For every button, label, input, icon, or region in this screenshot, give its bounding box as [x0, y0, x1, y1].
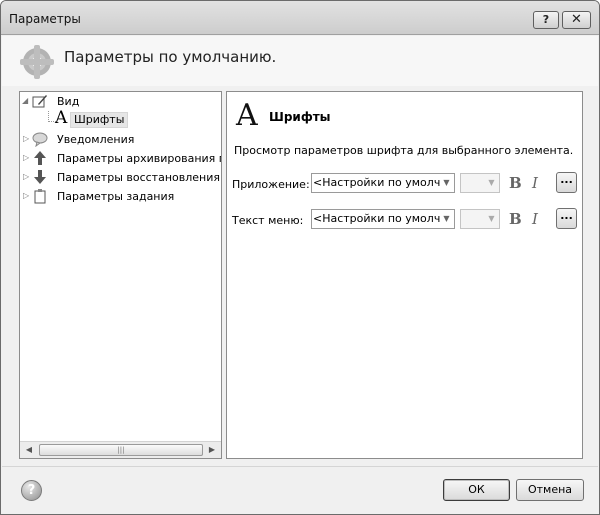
tree-item-label: Вид: [57, 95, 80, 108]
application-font-label: Приложение:: [232, 178, 310, 191]
expand-arrow-icon[interactable]: ▷: [23, 172, 31, 182]
tree-item-label: Параметры восстановления по у: [57, 171, 221, 184]
tree-item-notifications[interactable]: ▷ Уведомления: [20, 130, 220, 149]
font-a-icon: A: [55, 108, 68, 128]
backup-icon: [32, 150, 48, 166]
application-italic-button[interactable]: I: [532, 174, 538, 192]
options-dialog: Параметры ? ✕ Параметры по умолчанию. ◢ …: [0, 0, 600, 515]
application-font-dialog-button[interactable]: ...: [556, 172, 577, 193]
expand-arrow-icon[interactable]: ▷: [23, 134, 31, 144]
application-size-select[interactable]: ▼: [460, 173, 500, 193]
expand-arrow-icon[interactable]: ▷: [23, 191, 31, 201]
application-bold-button[interactable]: B: [509, 174, 522, 192]
tree-panel: ◢ Вид A Шрифты ▷ Уведомления ▷ Параметры…: [19, 91, 222, 459]
menu-text-font-select[interactable]: <Настройки по умолчанию> ▼: [311, 209, 455, 229]
tree-horizontal-scrollbar[interactable]: ◀ ||| ▶: [20, 441, 221, 458]
menu-text-size-select[interactable]: ▼: [460, 209, 500, 229]
tree-item-restore-options[interactable]: ▷ Параметры восстановления по у: [20, 168, 221, 187]
tree-item-fonts[interactable]: A Шрифты: [20, 108, 220, 130]
chevron-down-icon[interactable]: ▼: [484, 210, 499, 228]
header-band: Параметры по умолчанию.: [2, 36, 598, 86]
tree-item-label: Параметры задания: [57, 190, 175, 203]
chevron-down-icon[interactable]: ▼: [439, 210, 454, 228]
cancel-button[interactable]: Отмена: [516, 479, 584, 501]
restore-icon: [32, 169, 48, 185]
notification-icon: [32, 131, 48, 148]
help-icon[interactable]: ?: [21, 480, 42, 501]
chevron-down-icon[interactable]: ▼: [484, 174, 499, 192]
tree-item-label: Шрифты: [70, 112, 129, 128]
tree-item-task-options[interactable]: ▷ Параметры задания: [20, 187, 220, 206]
title-bar: Параметры ? ✕: [1, 1, 599, 35]
panel-title: Шрифты: [269, 110, 331, 124]
scroll-left-icon[interactable]: ◀: [22, 444, 36, 456]
application-font-select[interactable]: <Настройки по умолчанию> ▼: [311, 173, 455, 193]
tree-item-label: Параметры архивирования по у: [57, 152, 221, 165]
tree-item-view[interactable]: ◢ Вид: [20, 92, 220, 111]
header-title: Параметры по умолчанию.: [64, 48, 277, 66]
scroll-thumb[interactable]: |||: [39, 444, 203, 456]
menu-text-font-dialog-button[interactable]: ...: [556, 208, 577, 229]
chevron-down-icon[interactable]: ▼: [439, 174, 454, 192]
tree-item-backup-options[interactable]: ▷ Параметры архивирования по у: [20, 149, 221, 168]
scroll-right-icon[interactable]: ▶: [205, 444, 219, 456]
ok-button[interactable]: ОК: [443, 479, 510, 501]
task-icon: [32, 188, 48, 204]
collapse-arrow-icon[interactable]: ◢: [22, 96, 30, 106]
menu-text-font-value: <Настройки по умолчанию>: [313, 212, 440, 225]
tree-item-label: Уведомления: [57, 133, 135, 146]
panel-description: Просмотр параметров шрифта для выбранног…: [234, 144, 574, 157]
menu-text-font-label: Текст меню:: [232, 214, 304, 227]
expand-arrow-icon[interactable]: ▷: [23, 153, 31, 163]
title-close-button[interactable]: ✕: [562, 11, 591, 29]
gear-icon: [20, 45, 54, 79]
menu-text-italic-button[interactable]: I: [532, 210, 538, 228]
application-font-value: <Настройки по умолчанию>: [313, 176, 440, 189]
title-help-button[interactable]: ?: [533, 11, 559, 29]
window-title: Параметры: [9, 12, 81, 26]
view-icon: [32, 93, 48, 109]
font-settings-panel: A Шрифты Просмотр параметров шрифта для …: [226, 91, 583, 459]
font-a-icon: A: [236, 98, 258, 133]
menu-text-bold-button[interactable]: B: [509, 210, 522, 228]
dialog-footer: ? ОК Отмена: [2, 466, 598, 514]
